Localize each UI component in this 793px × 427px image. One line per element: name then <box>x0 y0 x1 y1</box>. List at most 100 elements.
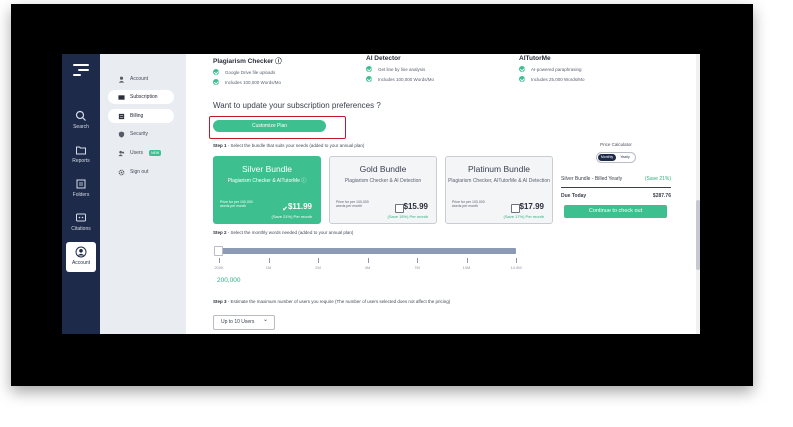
scrollbar-thumb[interactable] <box>696 200 700 270</box>
per-text: Per month <box>525 214 544 219</box>
subnav-label: Account <box>130 76 149 82</box>
feature-line: Includes 100,000 Words/Mo <box>213 79 363 85</box>
slider-tick <box>219 258 220 263</box>
users-icon <box>118 150 125 156</box>
slider-tick <box>367 258 369 263</box>
toggle-monthly[interactable]: Monthly <box>598 154 616 161</box>
feature-line: Google Drive file uploads <box>213 69 363 75</box>
rail-folders-label: Folders <box>72 192 90 198</box>
toggle-yearly[interactable]: Yearly <box>616 154 634 161</box>
subnav-label: Subscription <box>130 94 158 100</box>
subnav-item-security[interactable]: Security <box>108 127 174 141</box>
words-slider-handle[interactable] <box>214 246 223 256</box>
subnav-item-billing[interactable]: Billing <box>108 109 174 123</box>
rail-folders[interactable]: Folders <box>62 178 100 198</box>
check-icon <box>213 69 219 75</box>
due-label: Due Today <box>561 193 587 199</box>
save-text: (Save 15%) <box>387 214 409 219</box>
feature-title: Plagiarism Checker ⓘ <box>213 58 282 65</box>
rail-search[interactable]: Search <box>62 110 100 130</box>
subnav-label: Billing <box>130 113 144 119</box>
rail-reports-label: Reports <box>72 158 90 164</box>
rail-citations[interactable]: Citations <box>62 212 100 232</box>
settings-subnav: Account Subscription Billing Security Us… <box>100 54 186 334</box>
calc-bundle-row: Silver Bundle - Billed Yearly (Save 21%) <box>561 176 671 182</box>
subnav-label: Users <box>130 150 144 156</box>
price-calculator: Price Calculator Monthly Yearly Silver B… <box>561 142 671 218</box>
subnav-item-account[interactable]: Account <box>108 72 174 86</box>
step-text: - Estimate the maximum number of users y… <box>226 299 451 304</box>
new-badge: NEW <box>149 150 162 156</box>
main-content: Plagiarism Checker ⓘ Google Drive file u… <box>186 54 700 334</box>
save-text: (Save 21%) <box>271 214 293 219</box>
app-logo-icon[interactable] <box>73 64 89 78</box>
check-icon <box>519 66 525 72</box>
bundle-desc: Plagiarism Checker & AITutorMe ⓘ <box>227 178 307 184</box>
checkout-button[interactable]: Continue to check out <box>564 205 667 218</box>
slider-tick-label: 14.9M <box>510 265 522 270</box>
document-icon <box>76 179 86 189</box>
bundle-gold[interactable]: Gold Bundle Plagiarism Checker & AI Dete… <box>329 156 437 224</box>
rail-account-label: Account <box>71 260 91 266</box>
step3-label: Step 3 - Estimate the maximum number of … <box>213 299 450 304</box>
feature-ai-detector: AI Detector Get line by line analysis In… <box>366 55 516 86</box>
slider-tick <box>516 258 517 263</box>
card-icon <box>118 94 125 100</box>
words-slider-track[interactable] <box>219 248 516 254</box>
search-icon <box>75 110 86 121</box>
slider-tick-label: 200K <box>214 265 224 270</box>
bundle-price: $17.99 <box>519 202 544 211</box>
feature-text: Includes 100,000 Words/Mo <box>378 76 434 82</box>
rail-account[interactable]: Account <box>66 242 96 272</box>
feature-text: Includes 25,000 Words/Mo <box>531 76 585 82</box>
bundle-title: Silver Bundle <box>241 164 293 174</box>
feature-line: Includes 25,000 Words/Mo <box>519 76 669 82</box>
highlight-box: Customize Plan <box>209 116 346 139</box>
bundle-platinum[interactable]: Platinum Bundle Plagiarism Checker, AITu… <box>445 156 553 224</box>
bundle-price: $15.99 <box>403 202 428 211</box>
price-label: Price for per 100,000 words per month <box>336 200 369 208</box>
feature-line: Get line by line analysis <box>366 66 516 72</box>
feature-line: AI-powered paraphrasing <box>519 66 669 72</box>
icon-rail: Search Reports Folders Citations Account <box>62 54 100 334</box>
per-text: Per month <box>293 214 312 219</box>
bundle-save: (Save 21%) Per month <box>272 214 312 219</box>
users-select[interactable]: Up to 10 Users <box>213 314 275 330</box>
bundle-desc: Plagiarism Checker & AI Detection <box>344 178 422 184</box>
price-label: Price for per 100,000 words per month <box>452 200 485 208</box>
feature-text: Get line by line analysis <box>378 66 426 72</box>
step-title: Step 3 <box>213 299 227 304</box>
gear-icon <box>118 169 125 175</box>
feature-aitutorme: AITutorMe AI-powered paraphrasing Includ… <box>519 55 669 86</box>
slider-tick-label: 1M <box>265 265 272 270</box>
customize-plan-button[interactable]: Customize Plan <box>213 120 326 132</box>
billing-toggle[interactable]: Monthly Yearly <box>596 152 636 163</box>
bundle-silver[interactable]: Silver Bundle Plagiarism Checker & AITut… <box>213 156 321 224</box>
step2-label: Step 2 - Select the monthly words needed… <box>213 230 353 235</box>
scrollbar[interactable] <box>696 54 700 334</box>
shield-icon <box>118 130 125 138</box>
calc-divider <box>561 187 671 188</box>
due-value: $287.76 <box>652 193 671 199</box>
subnav-item-users[interactable]: Users NEW <box>108 146 174 160</box>
slider-tick-label: 10M <box>462 265 471 270</box>
feature-title: AITutorMe <box>519 55 551 62</box>
feature-title: AI Detector <box>366 55 401 62</box>
price-label: Price for per 100,000 words per month <box>220 200 253 208</box>
slider-tick-label: 4M <box>364 265 371 270</box>
rail-reports[interactable]: Reports <box>62 144 100 164</box>
subnav-item-sign-out[interactable]: Sign out <box>108 165 174 179</box>
calc-bundle-save: (Save 21%) <box>644 176 671 182</box>
bundle-save: (Save 17%) Per month <box>504 214 544 219</box>
rail-citations-label: Citations <box>71 226 91 232</box>
slider-tick <box>318 258 319 263</box>
check-icon <box>213 79 219 85</box>
feature-plagiarism: Plagiarism Checker ⓘ Google Drive file u… <box>213 55 363 89</box>
save-text: (Save 17%) <box>503 214 525 219</box>
slider-tick-label: 7M <box>414 265 420 270</box>
slider-tick <box>466 258 468 263</box>
feature-text: AI-powered paraphrasing <box>531 66 582 72</box>
subnav-item-subscription[interactable]: Subscription <box>108 90 174 104</box>
slider-tick-label: 2M <box>315 265 321 270</box>
bundle-price: $11.99 <box>287 202 312 211</box>
